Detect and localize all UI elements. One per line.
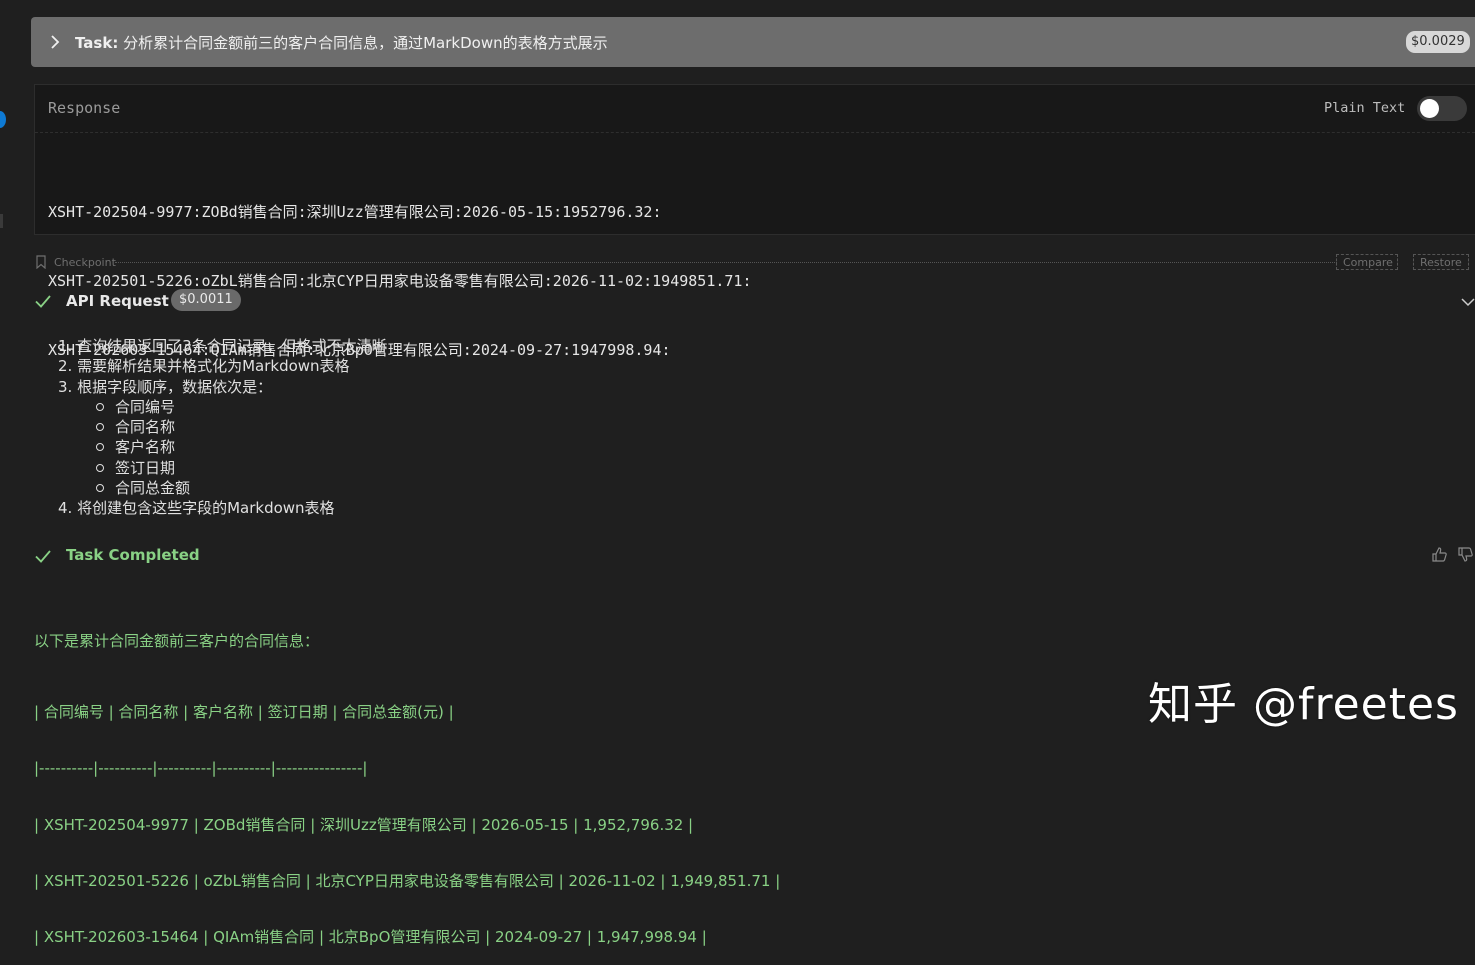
table-line: | XSHT-202603-15464 | QIAm销售合同 | 北京BpO管理… [34,928,707,947]
task-completed-label: Task Completed [66,546,200,564]
task-title: Task: 分析累计合同金额前三的客户合同信息，通过MarkDown的表格方式展… [75,32,608,53]
list-item: 1. 查询结果返回了3条合同记录，但格式不太清晰 [58,337,387,355]
compare-button[interactable]: Compare [1336,254,1398,270]
field-item: 签订日期 [96,458,387,478]
table-line: |----------|----------|----------|------… [34,759,368,778]
activity-bar-indicator [0,214,3,228]
thumbs-up-icon[interactable] [1431,546,1448,563]
list-item: 3. 根据字段顺序，数据依次是： 合同编号 合同名称 客户名称 签订日期 合同总… [58,377,387,499]
checkpoint-row: Checkpoint Compare Restore [35,253,1475,271]
response-line: XSHT-202504-9977:ZOBd销售合同:深圳Uzz管理有限公司:20… [48,203,662,221]
api-request-header[interactable]: API Request $0.0011 [34,289,1475,313]
api-cost-badge: $0.0011 [171,289,241,311]
checkpoint-divider [115,262,1337,263]
plain-text-label: Plain Text [1324,100,1406,116]
table-line: | XSHT-202504-9977 | ZOBd销售合同 | 深圳Uzz管理有… [34,815,694,834]
list-item: 4. 将创建包含这些字段的Markdown表格 [58,499,335,518]
response-divider [35,132,1475,133]
task-completed-header: Task Completed [34,544,1475,568]
table-line: | XSHT-202501-5226 | oZbL销售合同 | 北京CYP日用家… [34,871,781,890]
completion-result: 以下是累计合同金额前三客户的合同信息： | 合同编号 | 合同名称 | 客户名称… [34,595,780,965]
chevron-down-icon[interactable] [1461,294,1475,308]
response-title: Response [48,99,121,117]
task-label: Task: [75,33,119,52]
bookmark-icon [35,254,47,270]
toggle-knob [1420,99,1439,118]
thumbs-down-icon[interactable] [1457,546,1474,563]
checkpoint-label: Checkpoint [54,256,116,269]
task-cost-badge: $0.0029 [1406,31,1470,53]
field-item: 客户名称 [96,437,387,457]
response-panel: Response Plain Text XSHT-202504-9977:ZOB… [34,84,1475,359]
api-request-content: 1. 查询结果返回了3条合同记录，但格式不太清晰 2. 需要解析结果并格式化为M… [58,336,387,519]
activity-bar-edge [0,0,14,759]
fields-list: 合同编号 合同名称 客户名称 签订日期 合同总金额 [58,397,387,498]
api-request-label: API Request [66,292,169,310]
check-icon [34,547,52,565]
field-item: 合同编号 [96,397,387,417]
result-intro: 以下是累计合同金额前三客户的合同信息： [34,632,320,650]
task-header[interactable]: Task: 分析累计合同金额前三的客户合同信息，通过MarkDown的表格方式展… [31,17,1475,67]
plain-text-toggle[interactable] [1417,96,1467,121]
field-item: 合同总金额 [96,478,387,498]
steps-list: 1. 查询结果返回了3条合同记录，但格式不太清晰 2. 需要解析结果并格式化为M… [58,336,387,519]
list-item-text: 3. 根据字段顺序，数据依次是： [58,377,273,396]
check-icon [34,292,52,310]
restore-button[interactable]: Restore [1413,254,1469,270]
task-description: 分析累计合同金额前三的客户合同信息，通过MarkDown的表格方式展示 [123,33,608,52]
list-item: 2. 需要解析结果并格式化为Markdown表格 [58,357,350,376]
notification-badge [0,111,6,128]
table-line: | 合同编号 | 合同名称 | 客户名称 | 签订日期 | 合同总金额(元) | [34,703,454,721]
chevron-right-icon[interactable] [49,35,61,49]
field-item: 合同名称 [96,417,387,437]
watermark: 知乎 @freetes [1148,679,1459,730]
